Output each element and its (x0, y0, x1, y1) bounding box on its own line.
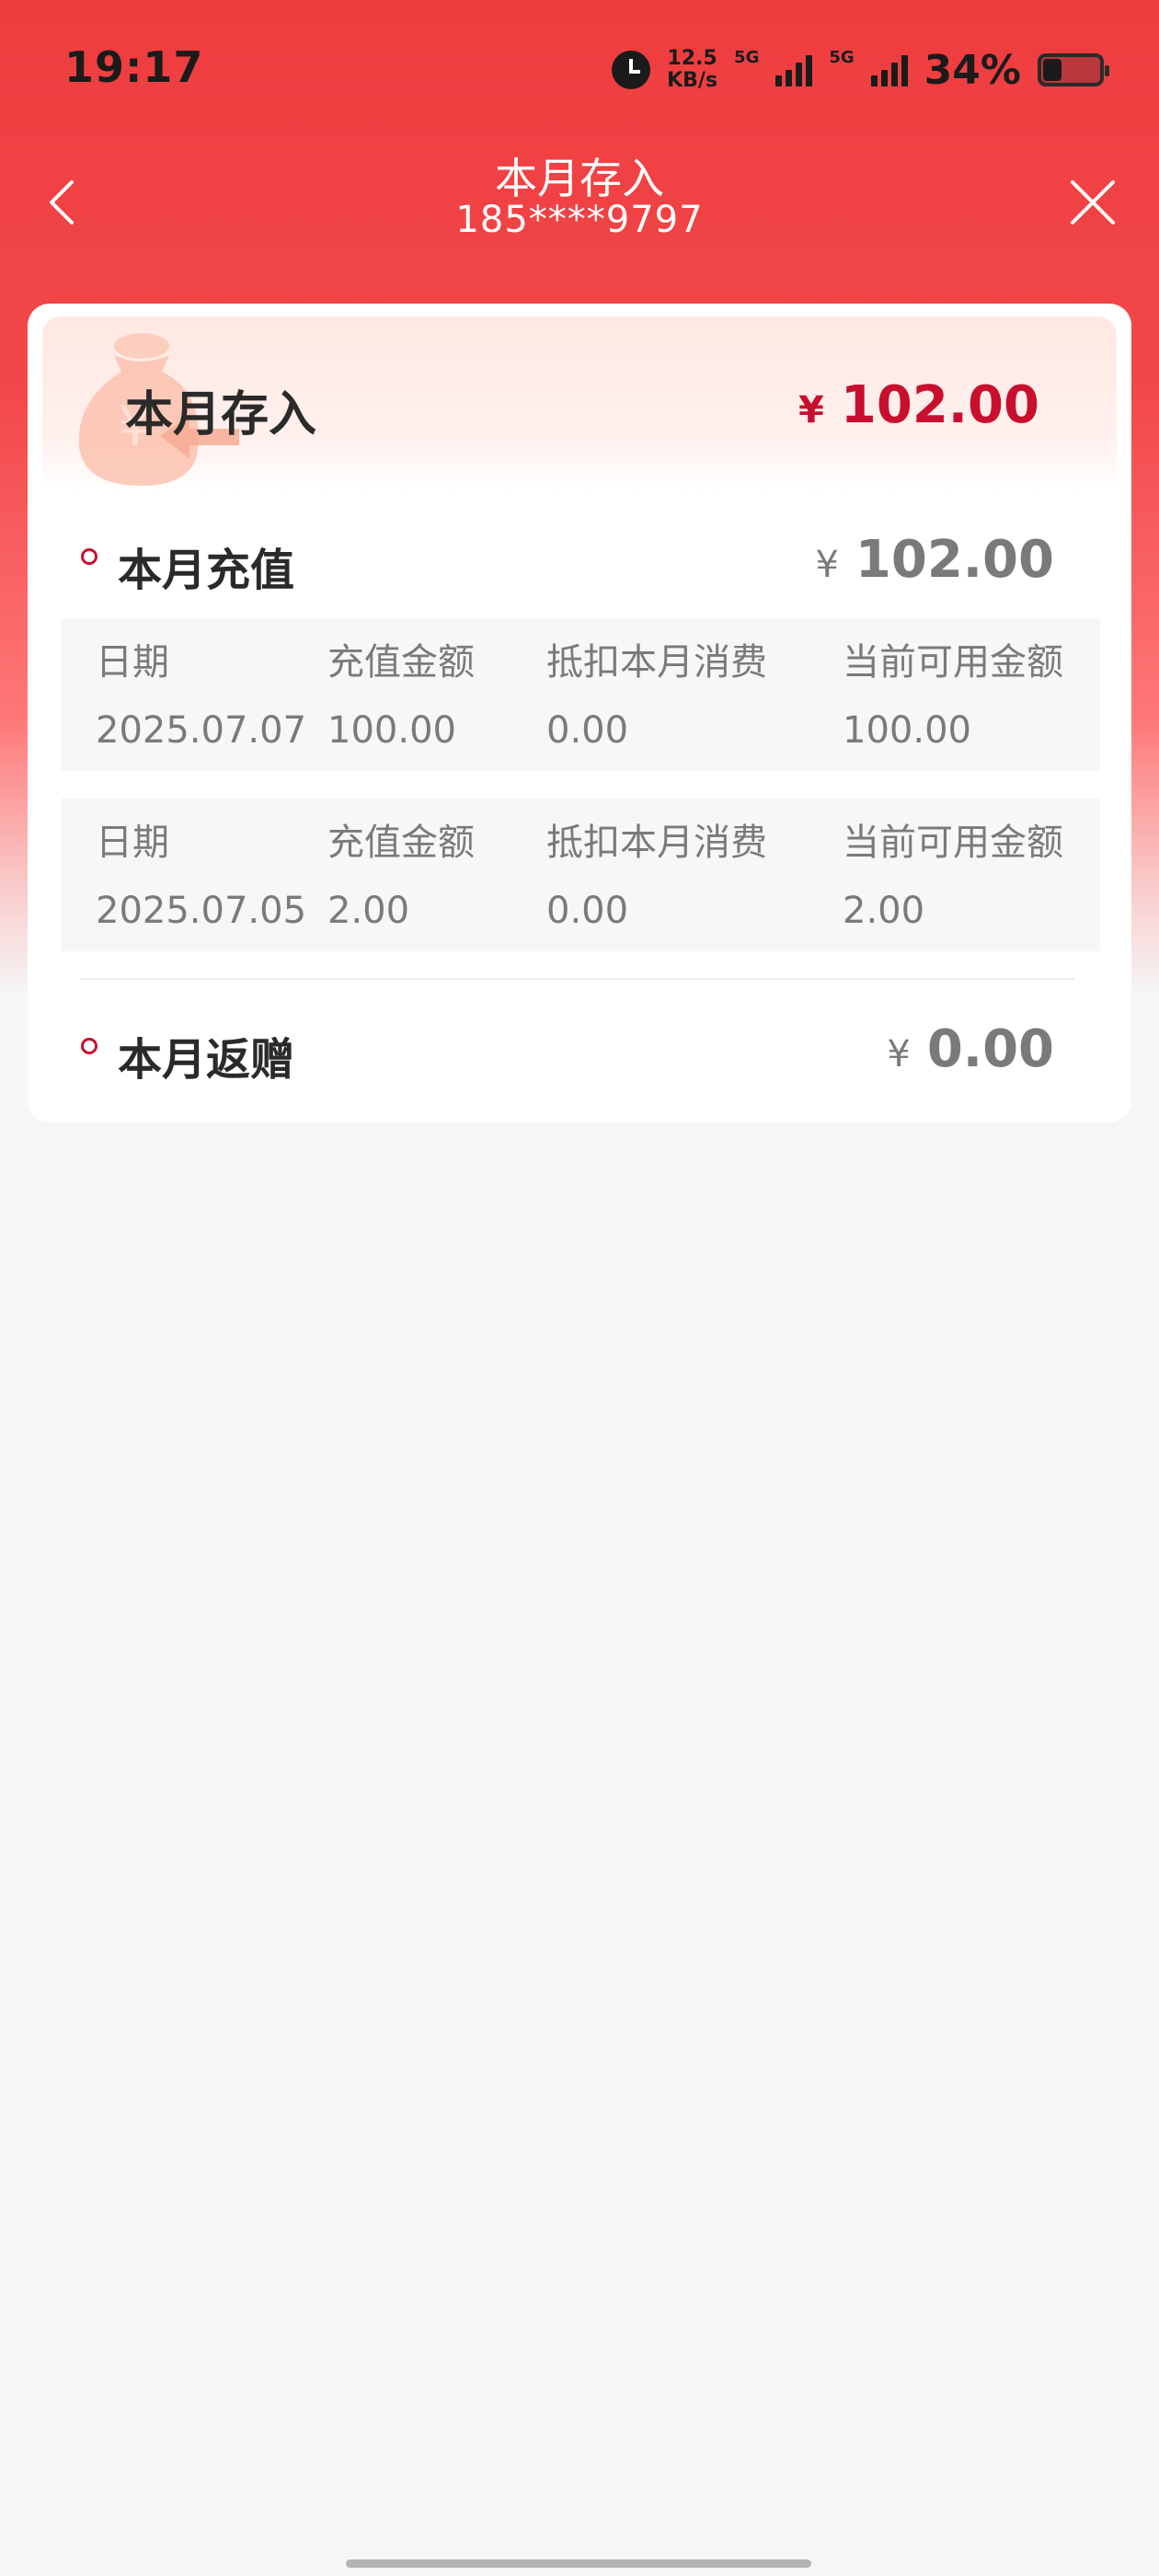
summary-header: ¥ 本月存入 ¥ 102.00 (42, 316, 1117, 491)
summary-amount-value: 102.00 (840, 375, 1039, 435)
nav-bar: 本月存入 185****9797 (0, 138, 1159, 304)
bullet-dot (81, 548, 98, 565)
close-icon (1071, 180, 1115, 224)
record-amount: 100.00 (327, 709, 456, 752)
currency-symbol: ¥ (887, 1033, 911, 1075)
network-type-label: 5G (734, 47, 760, 67)
col-header-date: 日期 (96, 641, 169, 684)
bonus-label: 本月返赠 (118, 1034, 295, 1086)
status-time: 19:17 (64, 42, 204, 92)
battery-percent: 34% (924, 46, 1021, 94)
col-header-deduct: 抵扣本月消费 (546, 641, 767, 684)
close-button[interactable] (1065, 175, 1120, 230)
record-col-deduct: 抵扣本月消费 0.00 (546, 637, 767, 756)
network-speed: 12.5 KB/s (667, 47, 718, 92)
recharge-record: 日期 2025.07.05 充值金额 2.00 抵扣本月消费 0.00 当前可用… (61, 799, 1100, 951)
battery-icon (1038, 53, 1109, 86)
record-col-amount: 充值金额 100.00 (327, 637, 475, 756)
col-header-available: 当前可用金额 (843, 822, 1063, 864)
summary-amount: ¥ 102.00 (798, 375, 1039, 435)
record-available: 2.00 (843, 890, 925, 932)
record-col-amount: 充值金额 2.00 (327, 817, 475, 937)
status-bar: 19:17 12.5 KB/s 5G 5G 34% (0, 0, 1159, 138)
deposit-card: ¥ 本月存入 ¥ 102.00 本月充值 ¥ 102.00 日期 2025.07… (28, 304, 1131, 1122)
bullet-dot (81, 1038, 98, 1054)
record-date: 2025.07.05 (96, 890, 307, 932)
record-date: 2025.07.07 (96, 709, 307, 752)
record-col-date: 日期 2025.07.05 (96, 817, 306, 937)
record-col-date: 日期 2025.07.07 (96, 637, 306, 756)
record-col-available: 当前可用金额 2.00 (843, 817, 1063, 937)
signal-icon (870, 53, 908, 86)
col-header-date: 日期 (96, 822, 169, 864)
recharge-amount: ¥ 102.00 (815, 530, 1054, 590)
status-icons: 12.5 KB/s 5G 5G 34% (612, 42, 1109, 98)
recharge-record: 日期 2025.07.07 充值金额 100.00 抵扣本月消费 0.00 当前… (61, 618, 1100, 771)
record-available: 100.00 (843, 709, 971, 752)
record-deduct: 0.00 (546, 709, 629, 752)
bonus-amount: ¥ 0.00 (887, 1019, 1054, 1079)
record-col-deduct: 抵扣本月消费 0.00 (546, 817, 767, 937)
recharge-amount-value: 102.00 (855, 530, 1054, 590)
col-header-deduct: 抵扣本月消费 (546, 822, 767, 864)
home-indicator[interactable] (346, 2559, 811, 2568)
alarm-icon (612, 51, 651, 89)
record-amount: 2.00 (327, 890, 410, 932)
recharge-section-header: 本月充值 ¥ 102.00 (28, 521, 1131, 596)
signal-icon (775, 53, 813, 86)
page-subtitle: 185****9797 (455, 199, 704, 241)
record-deduct: 0.00 (546, 890, 629, 932)
recharge-label: 本月充值 (118, 545, 295, 596)
section-divider (81, 978, 1074, 980)
col-header-amount: 充值金额 (327, 641, 475, 684)
record-col-available: 当前可用金额 100.00 (843, 637, 1063, 756)
col-header-available: 当前可用金额 (843, 641, 1063, 684)
currency-symbol: ¥ (798, 389, 824, 431)
page-title: 本月存入 (495, 154, 664, 203)
col-header-amount: 充值金额 (327, 822, 475, 864)
bonus-section-header: 本月返赠 ¥ 0.00 (28, 1010, 1131, 1086)
currency-symbol: ¥ (815, 544, 839, 586)
network-type-label: 5G (829, 47, 855, 67)
bonus-amount-value: 0.00 (926, 1019, 1054, 1079)
summary-title: 本月存入 (125, 387, 317, 443)
